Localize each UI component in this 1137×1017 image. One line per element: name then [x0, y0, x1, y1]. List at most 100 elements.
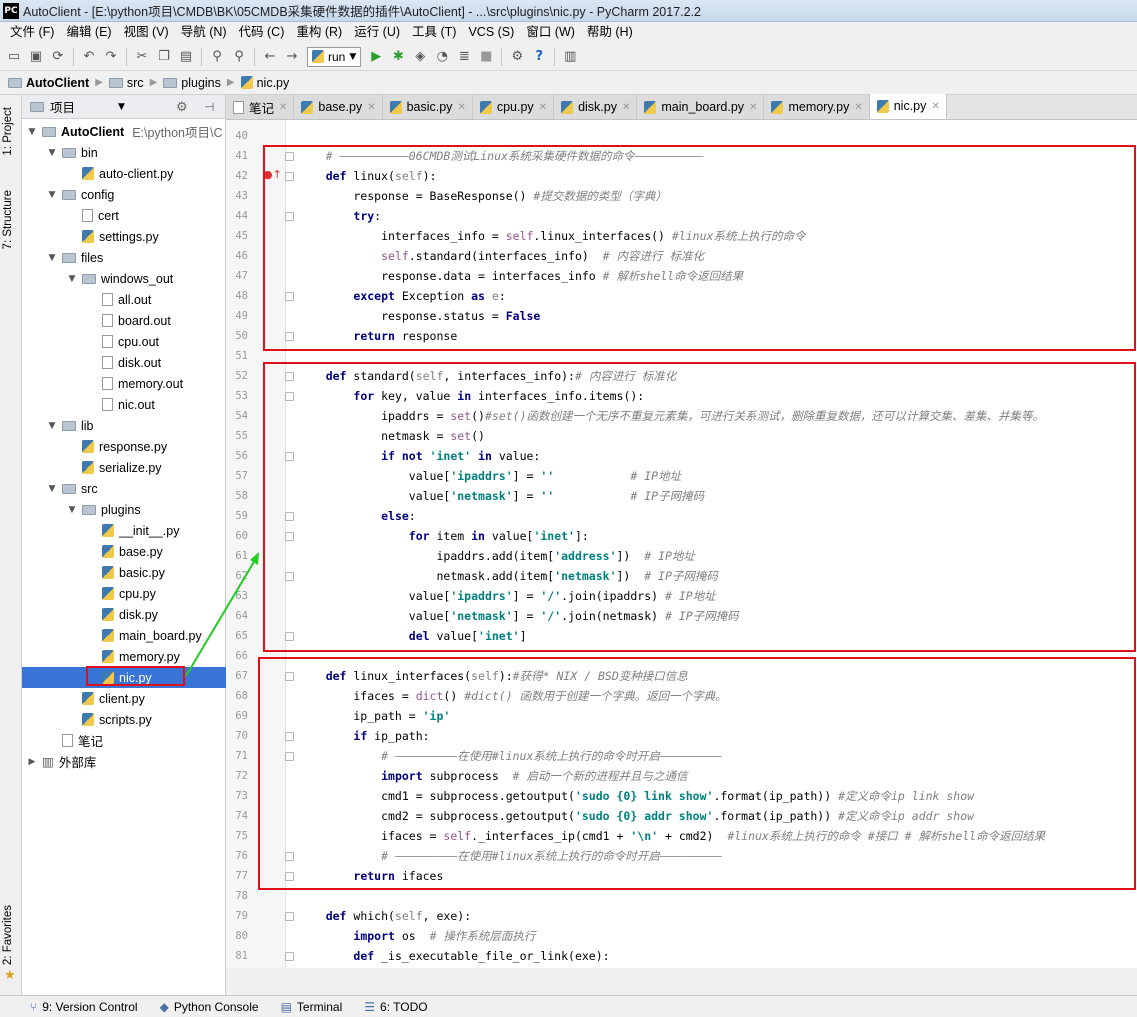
tree-item[interactable]: scripts.py — [22, 709, 226, 730]
menu-item[interactable]: 重构 (R) — [290, 22, 348, 43]
chevron-down-icon[interactable]: ▼ — [66, 505, 78, 515]
editor-tab[interactable]: base.py ✕ — [294, 95, 383, 119]
editor-tab[interactable]: basic.py ✕ — [382, 95, 473, 119]
chevron-down-icon[interactable]: ▼ — [26, 127, 38, 137]
fold-marker-icon[interactable] — [285, 212, 294, 221]
replace-icon[interactable]: ⚲ — [228, 46, 250, 68]
chevron-right-icon[interactable]: ▶ — [26, 757, 38, 767]
favorites-tool-tab[interactable]: 2: Favorites — [2, 905, 14, 965]
breadcrumb-plugins[interactable]: plugins — [163, 76, 221, 90]
fold-marker-icon[interactable] — [285, 632, 294, 641]
chevron-down-icon[interactable]: ▼ — [46, 190, 58, 200]
gear-icon[interactable]: ⚙ — [176, 99, 188, 115]
tree-item[interactable]: ▼ lib — [22, 415, 226, 436]
back-icon[interactable]: ← — [259, 46, 281, 68]
tree-item[interactable]: ▼ windows_out — [22, 268, 226, 289]
close-icon[interactable]: ✕ — [931, 101, 939, 112]
tree-item[interactable]: ▼ files — [22, 247, 226, 268]
tree-item[interactable]: cert — [22, 205, 226, 226]
breadcrumb-file[interactable]: nic.py — [240, 76, 289, 90]
close-icon[interactable]: ✕ — [622, 102, 630, 113]
run-with-coverage-icon[interactable]: ◈ — [409, 46, 431, 68]
menu-item[interactable]: 代码 (C) — [233, 22, 291, 43]
fold-marker-icon[interactable] — [285, 912, 294, 921]
paste-icon[interactable]: ▤ — [175, 46, 197, 68]
close-icon[interactable]: ✕ — [279, 102, 287, 113]
fold-marker-icon[interactable] — [285, 572, 294, 581]
tree-item[interactable]: __init__.py — [22, 520, 226, 541]
tree-item[interactable]: response.py — [22, 436, 226, 457]
breadcrumb-src[interactable]: src — [108, 76, 144, 90]
open-folder-icon[interactable]: ▭ — [3, 46, 25, 68]
tree-item[interactable]: settings.py — [22, 226, 226, 247]
editor-tab[interactable]: memory.py ✕ — [764, 95, 870, 119]
tree-item[interactable]: ▼ src — [22, 478, 226, 499]
menu-item[interactable]: 窗口 (W) — [520, 22, 581, 43]
sync-icon[interactable]: ⟳ — [47, 46, 69, 68]
fold-marker-icon[interactable] — [285, 872, 294, 881]
menu-item[interactable]: 编辑 (E) — [60, 22, 117, 43]
fold-marker-icon[interactable] — [285, 392, 294, 401]
bottom-tool-version-control[interactable]: ⑂ 9: Version Control — [30, 1000, 138, 1014]
breadcrumb-project[interactable]: AutoClient — [8, 76, 89, 90]
tree-item[interactable]: ▼ plugins — [22, 499, 226, 520]
forward-icon[interactable]: → — [281, 46, 303, 68]
copy-icon[interactable]: ❐ — [153, 46, 175, 68]
project-view-select[interactable]: 项目 — [50, 97, 75, 116]
chevron-down-icon[interactable]: ▼ — [46, 484, 58, 494]
undo-icon[interactable]: ↶ — [78, 46, 100, 68]
menu-item[interactable]: 导航 (N) — [175, 22, 233, 43]
project-tool-tab[interactable]: 1: Project — [2, 107, 14, 156]
tree-item[interactable]: cpu.py — [22, 583, 226, 604]
close-icon[interactable]: ✕ — [457, 102, 465, 113]
tree-item[interactable]: ▶ ▥ 外部库 — [22, 751, 226, 772]
tree-item[interactable]: basic.py — [22, 562, 226, 583]
chevron-down-icon[interactable]: ▼ — [46, 421, 58, 431]
find-icon[interactable]: ⚲ — [206, 46, 228, 68]
fold-marker-icon[interactable] — [285, 152, 294, 161]
redo-icon[interactable]: ↷ — [100, 46, 122, 68]
tree-item[interactable]: 笔记 — [22, 730, 226, 751]
editor-tab[interactable]: main_board.py ✕ — [637, 95, 765, 119]
tree-item[interactable]: serialize.py — [22, 457, 226, 478]
fold-marker-icon[interactable] — [285, 672, 294, 681]
code-editor[interactable]: 40 41 # ——————————06CMDB测试Linux系统采集硬件数据的命… — [226, 120, 1137, 968]
run-icon[interactable]: ▶ — [365, 46, 387, 68]
run-configuration-select[interactable]: run ▼ — [307, 46, 362, 67]
fold-marker-icon[interactable] — [285, 952, 294, 961]
fold-marker-icon[interactable] — [285, 732, 294, 741]
tree-item[interactable]: board.out — [22, 310, 226, 331]
concurrency-diagram-icon[interactable]: ≣ — [453, 46, 475, 68]
editor-tab[interactable]: disk.py ✕ — [554, 95, 638, 119]
hide-panel-icon[interactable]: ⊣ — [204, 100, 214, 114]
fold-marker-icon[interactable] — [285, 532, 294, 541]
editor-tab[interactable]: cpu.py ✕ — [472, 95, 555, 119]
fold-marker-icon[interactable] — [285, 852, 294, 861]
bottom-tool-todo[interactable]: ☰ 6: TODO — [364, 1000, 427, 1014]
bottom-tool-terminal[interactable]: ▤ Terminal — [281, 1000, 343, 1014]
menu-item[interactable]: VCS (S) — [462, 22, 520, 43]
tree-item[interactable]: all.out — [22, 289, 226, 310]
menu-item[interactable]: 帮助 (H) — [581, 22, 639, 43]
tree-item[interactable]: client.py — [22, 688, 226, 709]
tree-item[interactable]: nic.py — [22, 667, 226, 688]
menu-item[interactable]: 运行 (U) — [348, 22, 406, 43]
python-console-toolbar-icon[interactable]: ▥ — [559, 46, 581, 68]
help-icon[interactable]: ? — [528, 46, 550, 68]
tree-item[interactable]: nic.out — [22, 394, 226, 415]
save-all-icon[interactable]: ▣ — [25, 46, 47, 68]
tree-item[interactable]: disk.out — [22, 352, 226, 373]
chevron-down-icon[interactable]: ▼ — [118, 102, 125, 112]
fold-marker-icon[interactable] — [285, 512, 294, 521]
structure-tool-tab[interactable]: 7: Structure — [2, 190, 14, 249]
chevron-down-icon[interactable]: ▼ — [46, 253, 58, 263]
bottom-tool-python-console[interactable]: ◆ Python Console — [160, 1000, 259, 1014]
tree-item[interactable]: main_board.py — [22, 625, 226, 646]
fold-marker-icon[interactable] — [285, 452, 294, 461]
editor-tab[interactable]: 笔记 ✕ — [226, 95, 295, 119]
tree-item[interactable]: ▼ AutoClient E:\python项目\C — [22, 121, 226, 142]
tree-item[interactable]: ▼ config — [22, 184, 226, 205]
fold-marker-icon[interactable] — [285, 172, 294, 181]
stop-icon[interactable]: ■ — [475, 46, 497, 68]
tree-item[interactable]: disk.py — [22, 604, 226, 625]
